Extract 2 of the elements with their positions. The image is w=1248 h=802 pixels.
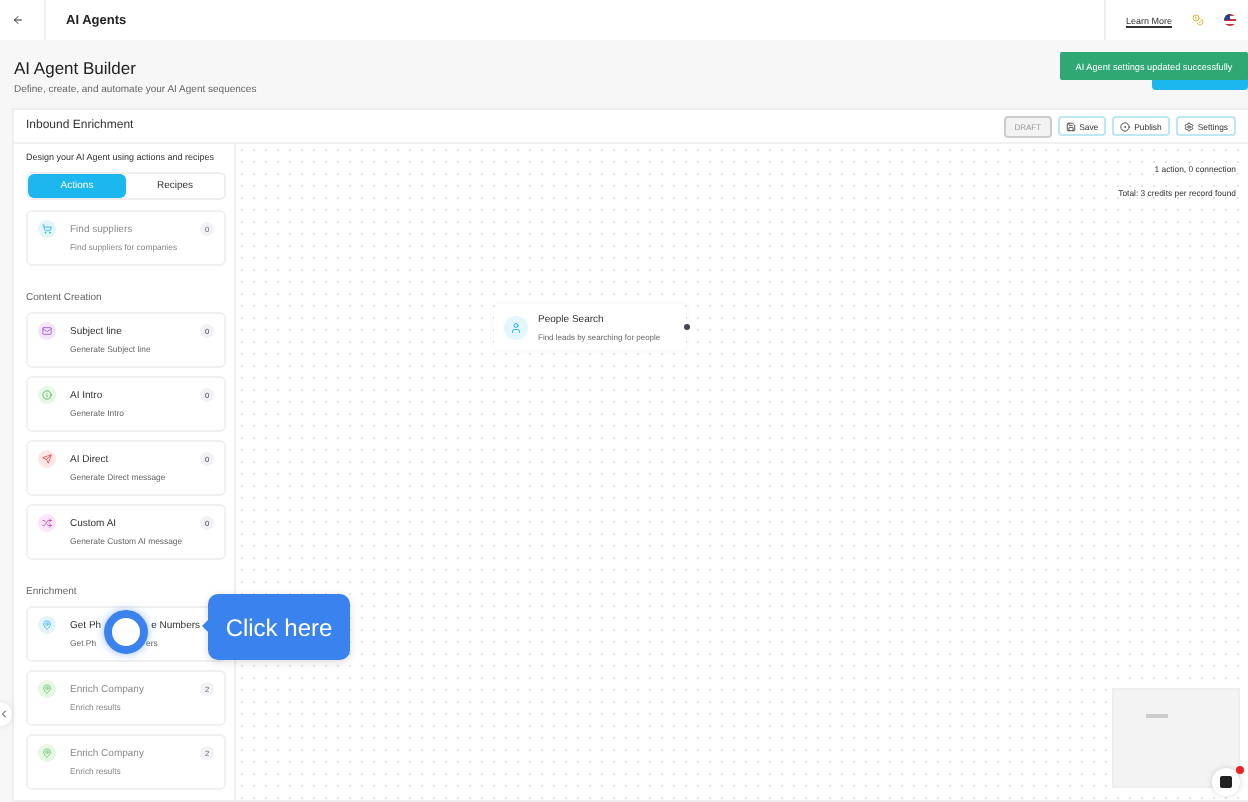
builder-title: AI Agent Builder <box>14 58 136 78</box>
tour-tooltip: Click here <box>208 594 350 660</box>
